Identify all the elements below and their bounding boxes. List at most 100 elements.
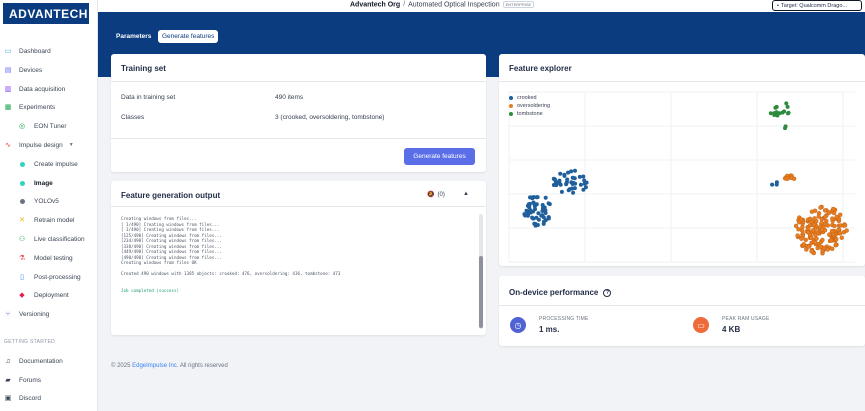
scatter-point[interactable] [536, 217, 541, 222]
scatter-point[interactable] [806, 244, 811, 249]
sidebar-item-deployment[interactable]: ◆ Deployment [0, 288, 98, 302]
scatter-plot[interactable] [499, 82, 865, 266]
scatter-point[interactable] [831, 206, 836, 212]
footer-link[interactable]: EdgeImpulse Inc. [132, 363, 178, 369]
sidebar-item-retrain-model[interactable]: ✕ Retrain model [0, 213, 98, 227]
console-scroll-thumb[interactable] [479, 256, 483, 328]
scatter-point[interactable] [796, 227, 801, 232]
scatter-point[interactable] [534, 202, 539, 207]
scatter-point[interactable] [571, 190, 576, 195]
scatter-point[interactable] [772, 113, 777, 117]
scatter-point[interactable] [820, 237, 825, 243]
scatter-point[interactable] [565, 177, 570, 182]
scatter-point[interactable] [782, 109, 787, 114]
scatter-point[interactable] [528, 195, 532, 200]
scatter-point[interactable] [569, 169, 574, 174]
sidebar-item-devices[interactable]: ▤ Devices [0, 63, 98, 77]
scatter-point[interactable] [533, 207, 537, 212]
scatter-point[interactable] [540, 203, 545, 207]
scatter-point[interactable] [577, 174, 582, 179]
scatter-point[interactable] [801, 242, 806, 247]
scatter-point[interactable] [819, 220, 824, 226]
scatter-point[interactable] [830, 216, 835, 221]
scatter-point[interactable] [806, 226, 811, 231]
scatter-point[interactable] [773, 105, 778, 110]
scatter-point[interactable] [819, 227, 825, 232]
scatter-point[interactable] [809, 249, 814, 254]
scatter-point[interactable] [543, 218, 548, 223]
scatter-point[interactable] [833, 242, 838, 248]
scatter-point[interactable] [531, 216, 536, 221]
scatter-point[interactable] [573, 181, 578, 186]
scatter-point[interactable] [543, 195, 548, 200]
legend-item-tombstone[interactable]: tombstone [509, 110, 550, 118]
scatter-point[interactable] [785, 104, 790, 109]
scatter-point[interactable] [546, 201, 551, 206]
sidebar-item-impulse-design[interactable]: ∿ Impulse design ▼ [0, 138, 98, 152]
org-name[interactable]: Advantech Org [350, 1, 400, 8]
project-name[interactable]: Automated Optical Inspection [408, 1, 499, 8]
scatter-point[interactable] [567, 187, 572, 192]
sidebar-item-documentation[interactable]: ♫ Documentation [0, 354, 98, 368]
scatter-point[interactable] [814, 236, 819, 241]
scatter-point[interactable] [844, 228, 849, 233]
sidebar-item-experiments[interactable]: ▦ Experiments [0, 100, 98, 114]
scatter-point[interactable] [834, 214, 839, 220]
sidebar-item-live-classification[interactable]: ⚇ Live classification [0, 232, 98, 246]
legend-item-oversoldering[interactable]: oversoldering [509, 102, 550, 110]
scatter-point[interactable] [559, 189, 564, 194]
scatter-point[interactable] [768, 111, 773, 116]
scatter-point[interactable] [818, 205, 823, 210]
advantech-logo[interactable]: ADVANTECH [3, 3, 89, 24]
tab-parameters[interactable]: Parameters [112, 30, 155, 43]
scatter-point[interactable] [813, 232, 818, 238]
sidebar-item-versioning[interactable]: ⑂ Versioning [0, 307, 98, 321]
scatter-point[interactable] [825, 247, 830, 252]
scatter-point[interactable] [578, 182, 583, 187]
scatter-point[interactable] [830, 246, 835, 252]
scatter-point[interactable] [539, 213, 544, 218]
help-icon[interactable]: ? [603, 288, 612, 297]
scatter-point[interactable] [558, 171, 563, 176]
scatter-point[interactable] [557, 179, 561, 184]
sidebar-item-dashboard[interactable]: ▭ Dashboard [0, 44, 98, 58]
sidebar-item-forums[interactable]: ▰ Forums [0, 373, 98, 387]
scatter-point[interactable] [812, 216, 817, 221]
scatter-point[interactable] [829, 237, 834, 243]
scatter-point[interactable] [522, 212, 527, 217]
scatter-point[interactable] [774, 182, 779, 187]
scatter-point[interactable] [784, 101, 789, 106]
scatter-point[interactable] [533, 223, 538, 228]
scatter-point[interactable] [785, 176, 790, 182]
scatter-point[interactable] [786, 110, 791, 115]
scatter-point[interactable] [838, 231, 843, 236]
scatter-point[interactable] [808, 235, 814, 241]
sidebar-item-create-impulse[interactable]: Create impulse [0, 157, 98, 171]
sidebar-item-post-processing[interactable]: ▯ Post-processing [0, 270, 98, 284]
scatter-point[interactable] [770, 182, 775, 187]
scatter-point[interactable] [562, 173, 567, 178]
scatter-point[interactable] [812, 240, 818, 245]
tab-generate-features[interactable]: Generate features [158, 30, 219, 43]
sidebar-item-discord[interactable]: ▣ Discord [0, 391, 98, 405]
sidebar-item-image[interactable]: Image [0, 176, 98, 190]
scatter-point[interactable] [803, 237, 808, 243]
scatter-point[interactable] [818, 244, 823, 249]
scatter-point[interactable] [572, 186, 577, 191]
scatter-point[interactable] [811, 222, 817, 227]
scatter-point[interactable] [819, 216, 824, 222]
scatter-point[interactable] [526, 211, 531, 216]
scatter-point[interactable] [829, 228, 835, 234]
scatter-point[interactable] [531, 195, 536, 200]
scatter-point[interactable] [573, 168, 577, 173]
scatter-point[interactable] [834, 237, 839, 242]
sidebar-item-yolov5[interactable]: YOLOv5 [0, 194, 98, 208]
scatter-point[interactable] [823, 221, 828, 227]
scatter-point[interactable] [582, 178, 587, 183]
generate-features-button[interactable]: Generate features [404, 148, 475, 165]
scatter-point[interactable] [799, 228, 805, 233]
collapse-icon[interactable]: ▲ [463, 191, 469, 197]
scatter-point[interactable] [812, 208, 818, 214]
scatter-point[interactable] [569, 180, 574, 185]
scatter-point[interactable] [832, 223, 837, 229]
